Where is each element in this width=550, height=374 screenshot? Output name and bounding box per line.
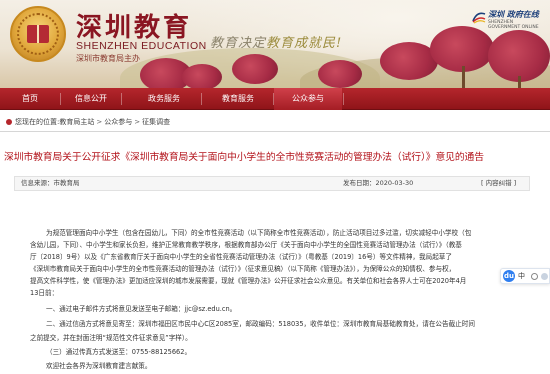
- baidu-du-icon[interactable]: du: [503, 270, 515, 282]
- flower-tree: [182, 64, 222, 88]
- education-logo-icon[interactable]: [10, 6, 66, 62]
- gov-online-zh: 深圳 政府在线: [488, 10, 539, 19]
- article-paragraph-line: 厅〔2018〕9号）以及《广东省教育厅关于面向中小学生的全省性竞赛活动管理办法（…: [30, 253, 452, 261]
- main-nav: 首页 信息公开 政务服务 教育服务 公众参与: [0, 88, 550, 110]
- breadcrumb: 您现在的位置:教育局主站 > 公众参与 > 征集调查: [0, 114, 550, 130]
- breadcrumb-current-link[interactable]: 征集调查: [142, 118, 170, 126]
- breadcrumb-home-link[interactable]: 教育局主站: [59, 118, 94, 126]
- site-sponsor: 深圳市教育局主办: [76, 54, 140, 63]
- article-meta-bar: 信息来源：市教育局 发布日期：2020-03-30 [ 内容纠错 ]: [14, 176, 530, 191]
- submission-method-fax: （三）通过传真方式发送至：0755-88125662。: [46, 348, 192, 356]
- location-pin-icon: [6, 119, 12, 125]
- settings-icon[interactable]: [531, 273, 538, 280]
- breadcrumb-prefix: 您现在的位置:: [15, 118, 60, 126]
- book-icon: [27, 25, 49, 43]
- nav-item-gov-services[interactable]: 政务服务: [134, 88, 194, 110]
- banner-slogan: 教育决定教育成就民!: [210, 32, 342, 51]
- site-title-en: SHENZHEN EDUCATION: [76, 40, 207, 52]
- translate-widget[interactable]: du 中: [500, 268, 550, 284]
- breadcrumb-separator: >: [134, 118, 141, 126]
- slogan-part-1: 教育决定: [210, 36, 267, 51]
- tree-trunk: [518, 76, 521, 88]
- slogan-part-2: 教育成就民!: [266, 36, 343, 51]
- more-icon[interactable]: [541, 273, 548, 280]
- flower-tree: [232, 54, 278, 84]
- submission-method-mail: 二、通过信函方式将意见寄至：深圳市福田区市民中心C区2085室，邮政编码：518…: [46, 320, 475, 328]
- gov-online-en: SHENZHEN GOVERNMENT ONLINE: [488, 20, 539, 30]
- breadcrumb-divider: [0, 131, 550, 132]
- submission-method-email: 一、通过电子邮件方式将意见发送至电子邮箱：jjc@sz.edu.cn。: [46, 305, 237, 313]
- nav-item-edu-services[interactable]: 教育服务: [206, 88, 270, 110]
- article-paragraph-line: 《深圳市教育局关于面向中小学生的全市性竞赛活动的管理办法（试行）》（征求意见稿）…: [30, 265, 456, 273]
- site-title[interactable]: 深圳教育: [76, 7, 192, 44]
- flower-tree: [318, 60, 362, 88]
- article-closing: 欢迎社会各界为深圳教育建言献策。: [46, 362, 152, 370]
- report-error-link[interactable]: [ 内容纠错 ]: [481, 177, 516, 190]
- nav-item-info-disclosure[interactable]: 信息公开: [61, 88, 121, 110]
- nav-item-home[interactable]: 首页: [0, 88, 60, 110]
- nav-divider: [201, 93, 202, 105]
- language-label[interactable]: 中: [518, 271, 525, 281]
- article-paragraph-line: 含幼儿园，下同）、中小学生和家长负担，维护正常教育教学秩序，根据教育部办公厅《关…: [30, 241, 462, 249]
- article-date: 发布日期：2020-03-30: [343, 179, 414, 187]
- article-paragraph-line: 提高文件科学性，使《管理办法》更加适应深圳的城市发展需要，现就《管理办法》公开征…: [30, 277, 467, 285]
- breadcrumb-separator: >: [96, 118, 103, 126]
- gov-online-icon: [472, 12, 486, 24]
- nav-divider: [121, 93, 122, 105]
- flower-tree: [488, 30, 550, 82]
- site-banner: 深圳教育 SHENZHEN EDUCATION 深圳市教育局主办 教育决定教育成…: [0, 0, 550, 88]
- nav-item-public-participation[interactable]: 公众参与: [274, 88, 342, 110]
- submission-method-mail-cont: 之前提交，并在封面注明“规范性文件征求意见”字样）。: [30, 334, 192, 342]
- article-paragraph-line: 13日前：: [30, 289, 59, 297]
- article-paragraph-line: 为规范管理面向中小学生（包含在园幼儿，下同）的全市性竞赛活动（以下简称全市性竞赛…: [46, 229, 472, 237]
- article-source: 信息来源：市教育局: [21, 179, 80, 187]
- nav-divider: [343, 93, 344, 105]
- breadcrumb-section-link[interactable]: 公众参与: [104, 118, 132, 126]
- tree-trunk: [462, 66, 465, 88]
- article-title: 深圳市教育局关于公开征求《深圳市教育局关于面向中小学生的全市性竞赛活动的管理办法…: [4, 152, 484, 163]
- gov-online-logo[interactable]: 深圳 政府在线 SHENZHEN GOVERNMENT ONLINE: [472, 8, 544, 36]
